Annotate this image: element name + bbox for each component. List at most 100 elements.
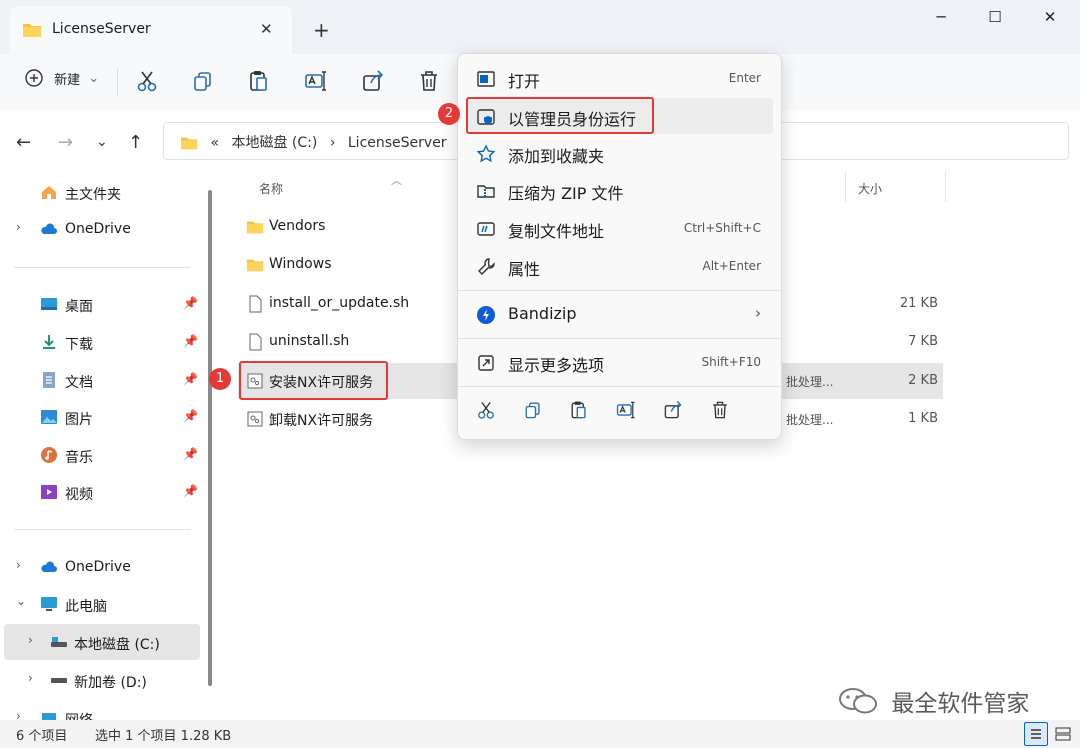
menu-item-copy-path[interactable]: 复制文件地址 Ctrl+Shift+C: [466, 210, 773, 246]
new-button[interactable]: 新建 ⌄: [24, 68, 99, 88]
menu-item-add-favorites[interactable]: 添加到收藏夹: [466, 135, 773, 171]
new-tab-button[interactable]: +: [313, 18, 330, 42]
document-icon: [43, 372, 55, 388]
menu-item-label: 打开: [508, 72, 541, 91]
sidebar-item-onedrive-top[interactable]: › OneDrive: [0, 211, 200, 247]
breadcrumb-licenseserver[interactable]: LicenseServer: [348, 135, 447, 151]
chevron-right-icon[interactable]: ›: [28, 633, 33, 647]
menu-item-more-options[interactable]: 显示更多选项 Shift+F10: [466, 344, 773, 380]
chevron-right-icon[interactable]: ›: [16, 558, 21, 572]
sidebar-item-local-disk[interactable]: › 本地磁盘 (C:): [4, 624, 200, 660]
file-name: uninstall.sh: [269, 333, 350, 349]
menu-item-compress-zip[interactable]: 压缩为 ZIP 文件: [466, 172, 773, 208]
network-icon: [42, 713, 56, 720]
minimize-button[interactable]: ─: [918, 8, 964, 30]
breadcrumb-local-disk[interactable]: 本地磁盘 (C:): [231, 135, 317, 151]
wrench-icon: [478, 258, 495, 275]
share-icon[interactable]: [360, 68, 386, 94]
more-options-icon: [478, 355, 494, 371]
desktop-icon: [41, 298, 57, 310]
pin-icon[interactable]: 📌: [183, 409, 198, 423]
copy-icon[interactable]: [522, 399, 544, 421]
pin-icon[interactable]: 📌: [183, 372, 198, 386]
chevron-right-icon: ›: [755, 304, 761, 322]
step-badge-1: 1: [209, 368, 231, 390]
sidebar-item-label: OneDrive: [65, 221, 131, 237]
back-arrow-icon[interactable]: ←: [16, 132, 31, 153]
tab-close-button[interactable]: ✕: [260, 20, 273, 38]
music-icon: [41, 447, 57, 463]
forward-arrow-icon[interactable]: →: [58, 132, 73, 153]
tiles-view-button[interactable]: [1052, 723, 1074, 745]
chevron-down-icon[interactable]: ⌄: [16, 594, 26, 608]
shortcut-label: Shift+F10: [701, 355, 761, 369]
pin-icon[interactable]: 📌: [183, 447, 198, 461]
menu-item-open[interactable]: 打开 Enter: [466, 60, 773, 96]
details-view-button[interactable]: [1024, 722, 1048, 746]
column-header-name[interactable]: 名称: [259, 180, 283, 197]
share-icon[interactable]: [662, 399, 684, 421]
sort-ascending-icon: ︿: [391, 174, 402, 187]
close-window-button[interactable]: ✕: [1027, 8, 1073, 30]
file-size: 2 KB: [908, 373, 938, 388]
sidebar-item-label: OneDrive: [65, 559, 131, 575]
download-icon: [43, 335, 55, 349]
menu-item-label: Bandizip: [508, 304, 577, 323]
menu-divider: [458, 386, 781, 387]
sidebar-item-new-volume[interactable]: › 新加卷 (D:): [0, 662, 200, 698]
chevron-right-icon[interactable]: ›: [16, 220, 21, 234]
sidebar-item-onedrive[interactable]: › OneDrive: [0, 549, 200, 585]
breadcrumb-separator: ›: [329, 135, 336, 151]
file-name: 卸载NX许可服务: [269, 413, 374, 429]
sidebar-item-label: 音乐: [65, 450, 93, 466]
pin-icon[interactable]: 📌: [183, 296, 198, 310]
sidebar-item-desktop[interactable]: 桌面 📌: [0, 286, 200, 322]
maximize-button[interactable]: ☐: [972, 8, 1018, 30]
delete-icon[interactable]: [709, 399, 731, 421]
pin-icon[interactable]: 📌: [183, 334, 198, 348]
sidebar-item-pictures[interactable]: 图片 📌: [0, 399, 200, 435]
rename-icon[interactable]: [615, 399, 637, 421]
sidebar-scrollbar[interactable]: [205, 190, 213, 686]
paste-icon[interactable]: [568, 399, 590, 421]
chevron-right-icon[interactable]: ›: [28, 671, 33, 685]
wechat-logo-icon: [839, 688, 877, 714]
menu-item-bandizip[interactable]: Bandizip ›: [466, 296, 773, 332]
tab-licenseserver[interactable]: LicenseServer ✕: [10, 6, 292, 54]
cut-icon[interactable]: [134, 68, 160, 94]
copy-icon[interactable]: [190, 68, 216, 94]
cut-icon[interactable]: [475, 399, 497, 421]
delete-icon[interactable]: [416, 68, 442, 94]
up-arrow-icon[interactable]: ↑: [128, 132, 143, 153]
menu-item-label: 显示更多选项: [508, 356, 605, 375]
sidebar-item-label: 视频: [65, 487, 93, 503]
zip-folder-icon: [477, 185, 495, 198]
paste-icon[interactable]: [246, 68, 272, 94]
sidebar-item-label: 桌面: [65, 299, 93, 315]
scrollbar-thumb[interactable]: [208, 190, 212, 686]
file-icon: [249, 295, 262, 313]
sidebar-item-documents[interactable]: 文档 📌: [0, 362, 200, 398]
sidebar-item-downloads[interactable]: 下载 📌: [0, 324, 200, 360]
sidebar-item-videos[interactable]: 视频 📌: [0, 474, 200, 510]
menu-item-properties[interactable]: 属性 Alt+Enter: [466, 248, 773, 284]
chevron-right-icon[interactable]: ›: [16, 709, 21, 720]
column-divider: [845, 172, 846, 202]
picture-icon: [41, 410, 57, 424]
file-name: Windows: [269, 256, 332, 272]
pin-icon[interactable]: 📌: [183, 484, 198, 498]
item-count: 6 个项目: [16, 729, 68, 744]
computer-icon: [41, 597, 57, 611]
drive-icon: [51, 678, 67, 683]
folder-icon: [22, 21, 42, 39]
sidebar-item-music[interactable]: 音乐 📌: [0, 437, 200, 473]
breadcrumb-overflow[interactable]: «: [210, 135, 219, 151]
shortcut-label: Ctrl+Shift+C: [683, 221, 761, 235]
sidebar-item-home[interactable]: 主文件夹: [0, 174, 200, 210]
watermark-text: 最全软件管家: [891, 691, 1030, 717]
sidebar-item-this-pc[interactable]: ⌄ 此电脑: [0, 586, 200, 622]
column-header-size[interactable]: 大小: [858, 180, 882, 197]
rename-icon[interactable]: [303, 68, 329, 94]
recent-chevron-icon[interactable]: ⌄: [96, 134, 108, 150]
sidebar-item-network[interactable]: › 网络: [0, 700, 200, 720]
